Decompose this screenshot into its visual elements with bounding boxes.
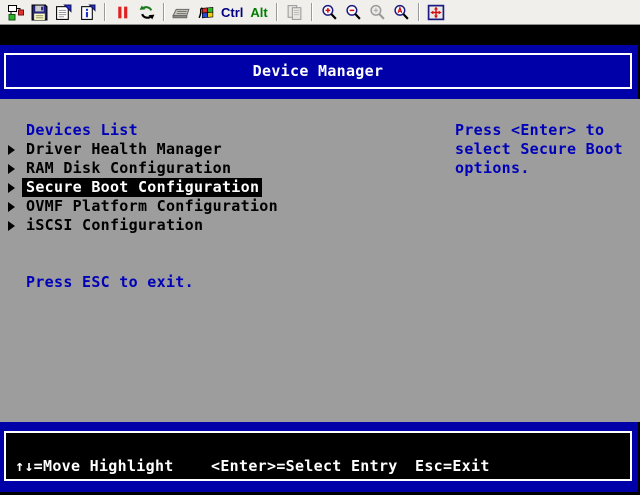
zoom-auto-button[interactable] xyxy=(391,2,412,23)
zoom-in-icon xyxy=(321,4,338,21)
zoom-out-button[interactable] xyxy=(343,2,364,23)
submenu-arrow-icon xyxy=(8,164,15,174)
vm-display[interactable]: Device Manager Devices List Driver Healt… xyxy=(0,25,640,495)
key-hint: Esc=Exit xyxy=(415,457,490,476)
menu-item-label: OVMF Platform Configuration xyxy=(26,197,278,216)
title-box: Device Manager xyxy=(4,53,632,89)
help-line: options. xyxy=(455,159,623,178)
menu-item-label-selected: Secure Boot Configuration xyxy=(22,178,262,197)
machine-state-button[interactable] xyxy=(5,2,26,23)
footer-band: ↑↓=Move Highlight <Enter>=Select Entry Esc… xyxy=(0,422,638,492)
submenu-arrow-icon xyxy=(8,145,15,155)
help-line: select Secure Boot xyxy=(455,140,623,159)
zoom-auto-icon xyxy=(393,4,410,21)
submenu-arrow-icon xyxy=(8,221,15,231)
pause-icon xyxy=(114,4,131,21)
toolbar-separator xyxy=(276,3,278,21)
info-icon xyxy=(79,4,96,21)
properties-button[interactable] xyxy=(53,2,74,23)
page-title: Device Manager xyxy=(253,62,384,80)
ctrl-key-label: Ctrl xyxy=(221,5,243,20)
zoom-normal-button[interactable] xyxy=(367,2,388,23)
windows-key-button[interactable] xyxy=(195,2,216,23)
pause-button[interactable] xyxy=(112,2,133,23)
key-hint: <Enter>=Select Entry xyxy=(211,457,398,476)
key-hints-bar: ↑↓=Move Highlight <Enter>=Select Entry Esc… xyxy=(4,431,632,481)
title-band: Device Manager xyxy=(0,45,638,99)
toolbar-separator xyxy=(104,3,106,21)
windows-key-icon xyxy=(197,4,215,21)
key-hint: ↑↓=Move Highlight xyxy=(15,457,174,476)
alt-key-label: Alt xyxy=(250,5,267,20)
ctrl-key-button[interactable]: Ctrl xyxy=(219,2,245,23)
info-button[interactable] xyxy=(77,2,98,23)
toolbar-separator xyxy=(163,3,165,21)
properties-icon xyxy=(55,4,72,21)
device-menu: Driver Health ManagerRAM Disk Configurat… xyxy=(0,140,278,235)
save-button[interactable] xyxy=(29,2,50,23)
refresh-button[interactable] xyxy=(136,2,157,23)
menu-item[interactable]: Secure Boot Configuration xyxy=(0,178,278,197)
zoom-out-icon xyxy=(345,4,362,21)
help-line: Press <Enter> to xyxy=(455,121,623,140)
send-keys-button[interactable] xyxy=(171,2,192,23)
menu-item[interactable]: Driver Health Manager xyxy=(0,140,278,159)
menu-heading: Devices List xyxy=(26,121,138,140)
exit-hint: Press ESC to exit. xyxy=(26,273,194,292)
menu-item-label: RAM Disk Configuration xyxy=(26,159,231,178)
zoom-normal-icon xyxy=(369,4,386,21)
toolbar-separator xyxy=(418,3,420,21)
submenu-arrow-icon xyxy=(8,183,15,193)
fullscreen-button[interactable] xyxy=(426,2,447,23)
menu-item[interactable]: RAM Disk Configuration xyxy=(0,159,278,178)
keyboard-icon xyxy=(171,4,192,21)
menu-item[interactable]: iSCSI Configuration xyxy=(0,216,278,235)
main-area: Devices List Driver Health ManagerRAM Di… xyxy=(0,99,640,422)
save-icon xyxy=(31,4,48,21)
alt-key-button[interactable]: Alt xyxy=(248,2,269,23)
fullscreen-icon xyxy=(427,4,445,21)
help-panel: Press <Enter> toselect Secure Bootoption… xyxy=(455,121,623,178)
menu-item-label: iSCSI Configuration xyxy=(26,216,203,235)
zoom-in-button[interactable] xyxy=(319,2,340,23)
menu-item[interactable]: OVMF Platform Configuration xyxy=(0,197,278,216)
refresh-icon xyxy=(138,4,156,21)
machine-state-icon xyxy=(7,4,25,21)
submenu-arrow-icon xyxy=(8,202,15,212)
copy-icon xyxy=(286,4,303,21)
menu-item-label: Driver Health Manager xyxy=(26,140,222,159)
toolbar-separator xyxy=(311,3,313,21)
copy-button[interactable] xyxy=(284,2,305,23)
viewer-toolbar: Ctrl Alt xyxy=(0,0,640,25)
